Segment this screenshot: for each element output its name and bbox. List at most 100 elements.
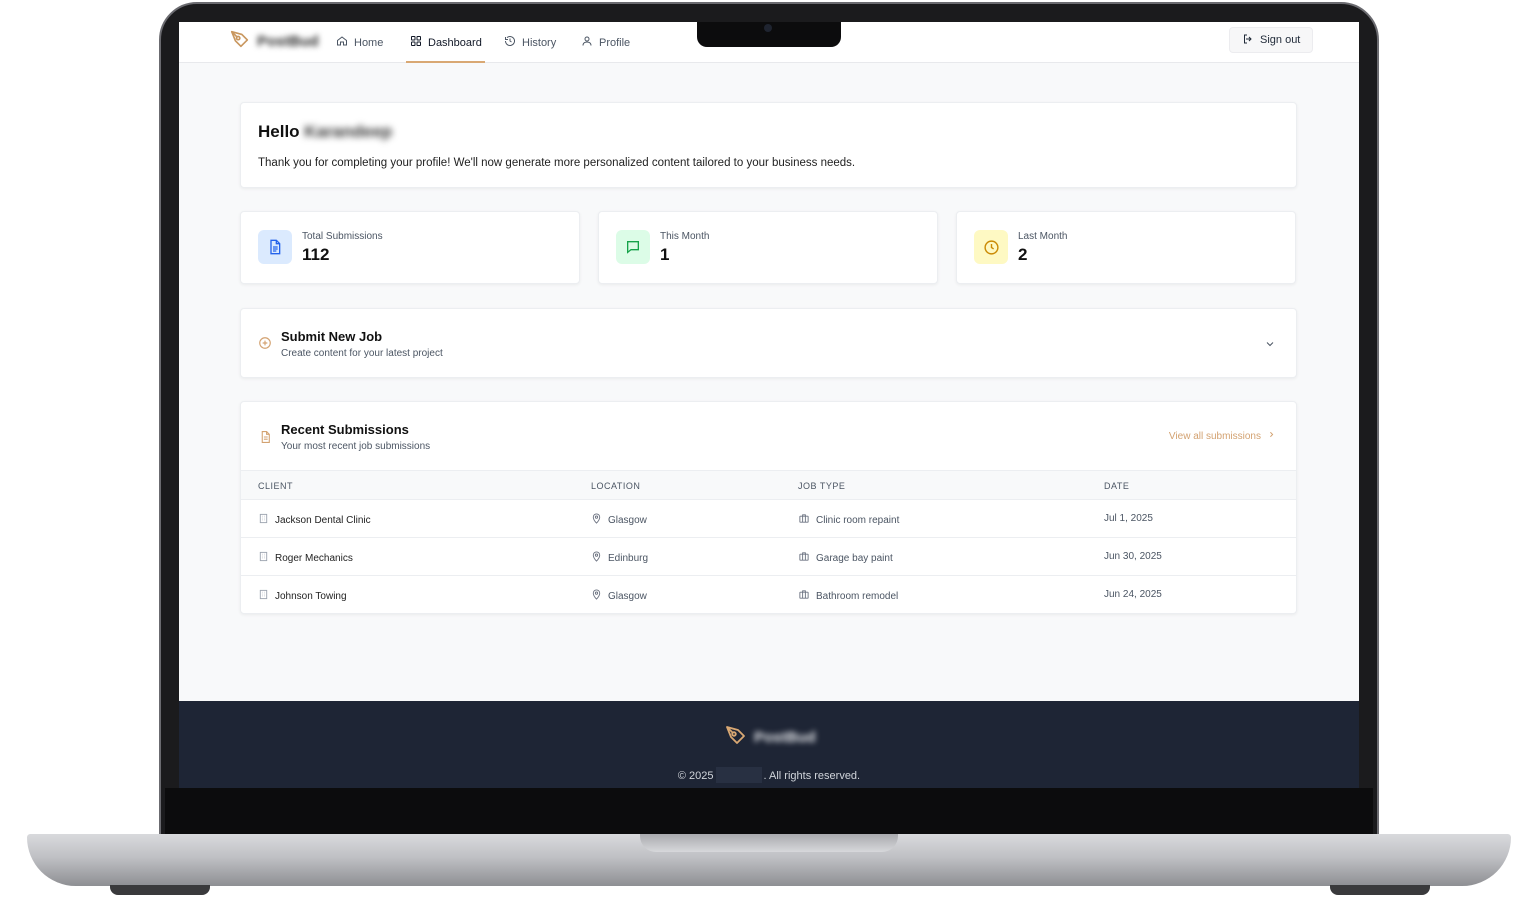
client-cell: Roger Mechanics bbox=[258, 551, 353, 565]
stat-card-this-month: This Month 1 bbox=[598, 211, 938, 284]
job-type-cell: Garage bay paint bbox=[798, 551, 893, 565]
plus-circle-icon bbox=[258, 336, 272, 355]
file-icon bbox=[259, 430, 272, 449]
nav-dashboard[interactable]: Dashboard bbox=[406, 22, 485, 63]
brand-name: PostBud bbox=[257, 33, 319, 50]
recent-submissions-card: Recent Submissions Your most recent job … bbox=[240, 401, 1297, 614]
laptop-foot-right bbox=[1330, 885, 1430, 895]
chevron-down-icon[interactable] bbox=[1264, 337, 1276, 355]
client-cell: Jackson Dental Clinic bbox=[258, 513, 371, 527]
history-icon bbox=[504, 35, 516, 50]
sign-out-button[interactable]: Sign out bbox=[1229, 27, 1314, 53]
message-icon bbox=[616, 230, 650, 264]
column-header-client: CLIENT bbox=[258, 481, 294, 491]
stat-label: Total Submissions bbox=[302, 231, 383, 242]
briefcase-icon bbox=[798, 551, 810, 565]
copyright-prefix: © 2025 bbox=[677, 770, 714, 782]
stat-value: 2 bbox=[1018, 245, 1028, 264]
briefcase-icon bbox=[798, 589, 810, 603]
table-header: CLIENT LOCATION JOB TYPE DATE bbox=[241, 470, 1296, 500]
redacted-company-name bbox=[715, 767, 762, 783]
stat-label: Last Month bbox=[1018, 231, 1068, 242]
laptop-bezel bbox=[165, 788, 1373, 834]
nav-profile-label: Profile bbox=[599, 36, 631, 49]
greeting-text: Hello bbox=[258, 122, 300, 141]
brand[interactable]: PostBud bbox=[229, 28, 319, 55]
submit-job-title: Submit New Job bbox=[281, 329, 383, 344]
user-name: Karandeep bbox=[304, 122, 393, 141]
map-pin-icon bbox=[591, 513, 602, 527]
location-name: Glasgow bbox=[608, 514, 647, 526]
table-row[interactable]: Roger Mechanics Edinburg Garage bay pain… bbox=[241, 538, 1296, 576]
nav-profile[interactable]: Profile bbox=[581, 22, 630, 63]
table-row[interactable]: Johnson Towing Glasgow Bathroom remodel … bbox=[241, 576, 1296, 613]
recent-submissions-subtitle: Your most recent job submissions bbox=[281, 441, 431, 452]
logout-icon bbox=[1242, 33, 1254, 48]
table-row[interactable]: Jackson Dental Clinic Glasgow Clinic roo… bbox=[241, 500, 1296, 538]
nav-dashboard-label: Dashboard bbox=[428, 36, 482, 49]
stat-label: This Month bbox=[660, 231, 710, 242]
location-name: Edinburg bbox=[608, 552, 649, 564]
submit-job-subtitle: Create content for your latest project bbox=[281, 348, 443, 359]
client-name: Roger Mechanics bbox=[275, 552, 353, 564]
job-type-name: Garage bay paint bbox=[816, 552, 893, 564]
footer-brand-name: PostBud bbox=[754, 729, 816, 746]
briefcase-icon bbox=[798, 513, 810, 527]
pen-logo-icon bbox=[229, 28, 251, 55]
client-name: Jackson Dental Clinic bbox=[275, 514, 371, 526]
job-type-name: Bathroom remodel bbox=[816, 590, 899, 602]
job-type-cell: Bathroom remodel bbox=[798, 589, 898, 603]
map-pin-icon bbox=[591, 589, 602, 603]
stat-value: 1 bbox=[660, 245, 670, 264]
client-name: Johnson Towing bbox=[275, 590, 347, 602]
view-all-submissions-link[interactable]: View all submissions bbox=[1169, 430, 1276, 442]
user-icon bbox=[581, 35, 593, 50]
laptop-base-notch bbox=[640, 834, 898, 852]
stat-value: 112 bbox=[302, 245, 330, 264]
footer-brand: PostBud bbox=[724, 723, 816, 752]
building-icon bbox=[258, 513, 269, 527]
app-screen: PostBud Home Dashboard History Profile S… bbox=[179, 22, 1359, 788]
location-cell: Edinburg bbox=[591, 551, 648, 565]
building-icon bbox=[258, 589, 269, 603]
sign-out-label: Sign out bbox=[1260, 34, 1301, 46]
date-cell: Jul 1, 2025 bbox=[1104, 513, 1153, 524]
map-pin-icon bbox=[591, 551, 602, 565]
clock-icon bbox=[974, 230, 1008, 264]
pen-logo-icon bbox=[724, 723, 748, 752]
job-type-name: Clinic room repaint bbox=[816, 514, 900, 526]
document-icon bbox=[258, 230, 292, 264]
camera-notch bbox=[697, 22, 841, 47]
location-cell: Glasgow bbox=[591, 513, 647, 527]
copyright-suffix: . All rights reserved. bbox=[763, 770, 861, 782]
column-header-location: LOCATION bbox=[591, 481, 641, 491]
location-cell: Glasgow bbox=[591, 589, 647, 603]
welcome-card: Hello Karandeep Thank you for completing… bbox=[240, 102, 1297, 188]
date-cell: Jun 30, 2025 bbox=[1104, 551, 1162, 562]
welcome-message: Thank you for completing your profile! W… bbox=[258, 157, 856, 169]
nav-history-label: History bbox=[522, 36, 557, 49]
home-icon bbox=[336, 35, 348, 50]
date-cell: Jun 24, 2025 bbox=[1104, 589, 1162, 600]
client-cell: Johnson Towing bbox=[258, 589, 347, 603]
column-header-job-type: JOB TYPE bbox=[798, 481, 846, 491]
location-name: Glasgow bbox=[608, 590, 647, 602]
submit-job-panel[interactable]: Submit New Job Create content for your l… bbox=[240, 308, 1297, 378]
copyright-text: © 2025 . All rights reserved. bbox=[179, 767, 1359, 783]
building-icon bbox=[258, 551, 269, 565]
laptop-mockup: PostBud Home Dashboard History Profile S… bbox=[0, 0, 1538, 905]
chevron-right-icon bbox=[1267, 430, 1276, 442]
column-header-date: DATE bbox=[1104, 481, 1130, 491]
site-footer: PostBud © 2025 . All rights reserved. bbox=[179, 701, 1359, 788]
view-all-label: View all submissions bbox=[1168, 430, 1261, 442]
stat-card-last-month: Last Month 2 bbox=[956, 211, 1296, 284]
recent-submissions-title: Recent Submissions bbox=[281, 422, 409, 437]
nav-history[interactable]: History bbox=[504, 22, 556, 63]
laptop-foot-left bbox=[110, 885, 210, 895]
job-type-cell: Clinic room repaint bbox=[798, 513, 899, 527]
nav-home-label: Home bbox=[354, 36, 384, 49]
greeting-heading: Hello Karandeep bbox=[258, 122, 392, 142]
nav-home[interactable]: Home bbox=[336, 22, 383, 63]
stat-card-total: Total Submissions 112 bbox=[240, 211, 580, 284]
grid-icon bbox=[410, 35, 422, 50]
